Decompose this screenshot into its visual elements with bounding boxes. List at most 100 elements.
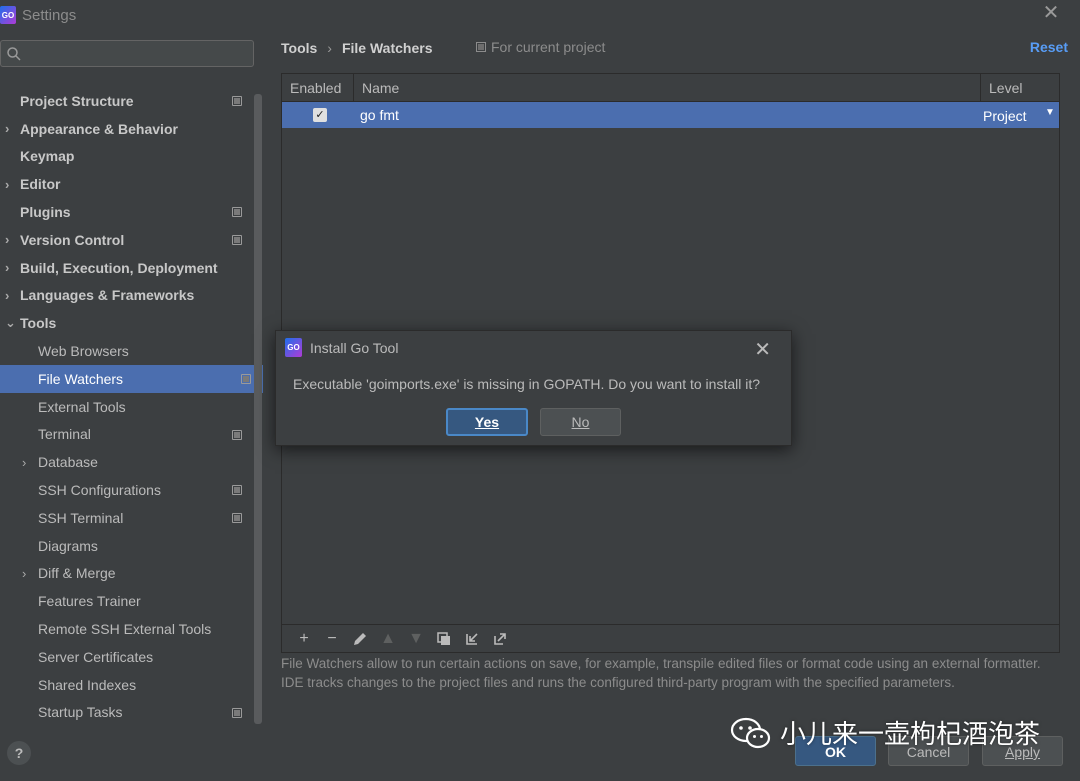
sidebar-item-external-tools[interactable]: External Tools (0, 393, 254, 421)
column-header-name[interactable]: Name (354, 74, 981, 102)
breadcrumb-file-watchers: File Watchers (341, 40, 433, 56)
sidebar-item-label: SSH Configurations (38, 482, 161, 499)
watcher-name: go fmt (360, 107, 399, 123)
sidebar-item-server-certificates[interactable]: Server Certificates (0, 643, 254, 671)
title-bar: GO Settings ✕ (0, 0, 1080, 30)
project-scope-icon (232, 707, 242, 718)
close-window-icon[interactable]: ✕ (1042, 3, 1060, 23)
remove-icon[interactable]: − (318, 628, 346, 650)
goland-logo-icon: GO (0, 6, 16, 24)
sidebar-item-label: Plugins (20, 204, 71, 221)
sidebar-item-appearance-behavior[interactable]: › Appearance & Behavior (0, 115, 254, 143)
sidebar-item-label: Tools (20, 315, 57, 332)
chevron-right-icon[interactable]: › (5, 232, 9, 247)
sidebar-item-database[interactable]: › Database (0, 448, 254, 476)
project-scope-icon (232, 485, 242, 496)
chevron-down-icon[interactable]: ⌄ (5, 315, 16, 331)
settings-sidebar: Project Structure › Appearance & Behavior K… (0, 30, 263, 727)
chevron-right-icon[interactable]: › (5, 260, 9, 275)
chevron-right-icon[interactable]: › (5, 121, 9, 136)
chevron-right-icon[interactable]: › (22, 566, 26, 581)
chevron-right-icon[interactable]: › (5, 177, 9, 192)
sidebar-item-plugins[interactable]: Plugins (0, 198, 254, 226)
dialog-close-icon[interactable]: ✕ (754, 337, 771, 362)
sidebar-item-features-trainer[interactable]: Features Trainer (0, 587, 254, 615)
scope-indicator: For current project (476, 39, 605, 55)
column-header-level[interactable]: Level (981, 74, 1059, 102)
sidebar-item-label: Languages & Frameworks (20, 287, 195, 304)
sidebar-item-label: External Tools (38, 398, 126, 415)
sidebar-item-label: Web Browsers (38, 343, 129, 360)
dialog-title: Install Go Tool (310, 340, 399, 356)
copy-icon[interactable] (430, 628, 458, 650)
sidebar-item-remote-ssh-external-tools[interactable]: Remote SSH External Tools (0, 615, 254, 643)
sidebar-scrollbar[interactable] (254, 94, 262, 724)
sidebar-item-startup-tasks[interactable]: Startup Tasks (0, 699, 254, 727)
move-down-icon[interactable]: ▼ (402, 628, 430, 650)
table-row[interactable]: ✓ go fmt Project ▼ (282, 102, 1059, 128)
table-header: Enabled Name Level (282, 74, 1059, 102)
no-button[interactable]: No (540, 408, 621, 436)
sidebar-item-label: Project Structure (20, 92, 134, 109)
breadcrumb-tools: Tools (281, 40, 318, 56)
project-scope-icon (241, 373, 251, 384)
sidebar-item-web-browsers[interactable]: Web Browsers (0, 337, 254, 365)
import-icon[interactable] (458, 628, 486, 650)
sidebar-item-label: SSH Terminal (38, 509, 124, 526)
column-header-enabled[interactable]: Enabled (282, 74, 354, 102)
wechat-watermark: 小儿来一壶枸杞酒泡茶 (730, 714, 1040, 751)
sidebar-item-label: Server Certificates (38, 648, 154, 665)
chevron-right-icon[interactable]: › (22, 455, 26, 470)
settings-search-input[interactable] (0, 40, 254, 67)
project-scope-icon (232, 429, 242, 440)
sidebar-item-diff-merge[interactable]: › Diff & Merge (0, 560, 254, 588)
sidebar-item-diagrams[interactable]: Diagrams (0, 532, 254, 560)
dialog-message: Executable 'goimports.exe' is missing in… (293, 376, 761, 392)
export-icon[interactable] (486, 628, 514, 650)
project-scope-icon (232, 96, 242, 106)
project-scope-icon (232, 207, 242, 218)
sidebar-item-label: Diff & Merge (38, 565, 116, 582)
sidebar-item-terminal[interactable]: Terminal (0, 421, 254, 449)
sidebar-item-label: Shared Indexes (38, 676, 137, 693)
sidebar-item-project-structure[interactable]: Project Structure (0, 87, 254, 115)
sidebar-item-tools[interactable]: ⌄ Tools (0, 309, 254, 337)
sidebar-item-label: Diagrams (38, 537, 98, 554)
chevron-down-icon[interactable]: ▼ (1045, 107, 1055, 118)
breadcrumb-separator: › (327, 40, 332, 56)
watcher-level[interactable]: Project (983, 108, 1027, 124)
sidebar-item-build-execution-deployment[interactable]: › Build, Execution, Deployment (0, 254, 254, 282)
sidebar-item-keymap[interactable]: Keymap (0, 143, 254, 171)
enabled-checkbox[interactable]: ✓ (313, 108, 327, 122)
sidebar-item-label: Remote SSH External Tools (38, 621, 212, 638)
watermark-text: 小儿来一壶枸杞酒泡茶 (780, 720, 1041, 750)
wechat-icon (730, 717, 771, 748)
sidebar-item-label: Editor (20, 176, 61, 193)
sidebar-item-languages-frameworks[interactable]: › Languages & Frameworks (0, 282, 254, 310)
sidebar-item-version-control[interactable]: › Version Control (0, 226, 254, 254)
reset-link[interactable]: Reset (1030, 39, 1068, 55)
help-button[interactable]: ? (7, 741, 31, 765)
edit-icon[interactable] (346, 628, 374, 650)
move-up-icon[interactable]: ▲ (374, 628, 402, 650)
sidebar-item-label: Database (38, 454, 98, 471)
sidebar-item-label: File Watchers (38, 370, 124, 387)
sidebar-item-label: Terminal (38, 426, 91, 443)
sidebar-item-shared-indexes[interactable]: Shared Indexes (0, 671, 254, 699)
chevron-right-icon[interactable]: › (5, 288, 9, 303)
sidebar-item-label: Build, Execution, Deployment (20, 259, 218, 276)
sidebar-item-label: Version Control (20, 231, 125, 248)
sidebar-item-file-watchers[interactable]: File Watchers (0, 364, 263, 393)
sidebar-item-label: Appearance & Behavior (20, 120, 178, 137)
sidebar-item-ssh-terminal[interactable]: SSH Terminal (0, 504, 254, 532)
install-go-tool-dialog: GO Install Go Tool ✕ Executable 'goimpor… (275, 330, 792, 446)
sidebar-item-editor[interactable]: › Editor (0, 170, 254, 198)
project-scope-icon (232, 512, 242, 523)
goland-logo-icon: GO (285, 338, 302, 357)
table-toolbar: + − ▲ ▼ (281, 625, 1060, 653)
sidebar-item-ssh-configurations[interactable]: SSH Configurations (0, 476, 254, 504)
breadcrumb: Tools › File Watchers (281, 38, 432, 58)
add-icon[interactable]: + (290, 628, 318, 650)
sidebar-item-label: Keymap (20, 148, 75, 165)
yes-button[interactable]: Yes (446, 408, 528, 436)
